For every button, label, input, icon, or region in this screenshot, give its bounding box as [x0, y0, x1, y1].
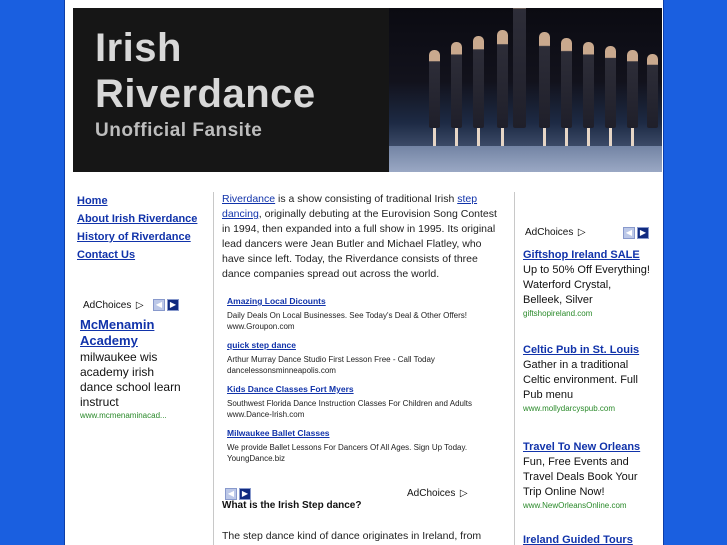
nav-home[interactable]: Home [77, 192, 210, 210]
link-unit-item: quick step dance Arthur Murray Dance Stu… [227, 340, 505, 376]
link-unit-item: Milwaukee Ballet Classes We provide Ball… [227, 428, 505, 464]
nav-about[interactable]: About Irish Riverdance [77, 210, 210, 228]
link-unit-item: Kids Dance Classes Fort Myers Southwest … [227, 384, 505, 420]
ad-nav-arrows: ◀ ▶ [621, 222, 649, 240]
section-paragraph: The step dance kind of dance originates … [222, 530, 482, 542]
left-ad-title[interactable]: McMenamin Academy [80, 317, 190, 349]
left-ad-url[interactable]: www.mcmenaminacad... [80, 411, 167, 420]
nav-history[interactable]: History of Riverdance [77, 228, 210, 246]
adchoices-icon: ▷ [135, 300, 144, 311]
page-container: Irish Riverdance Unofficial Fansite Home… [64, 0, 664, 545]
riverdance-link[interactable]: Riverdance [222, 193, 275, 205]
adchoices-icon: ▷ [577, 227, 586, 238]
logo-title-line1: Irish [95, 26, 182, 70]
link-unit-title[interactable]: Kids Dance Classes Fort Myers [227, 384, 505, 395]
column-divider [213, 192, 214, 545]
center-ad-bar: ◀ ▶ AdChoices ▷ [222, 482, 505, 500]
link-unit-title[interactable]: Milwaukee Ballet Classes [227, 428, 505, 439]
link-units: Amazing Local Dicounts Daily Deals On Lo… [222, 296, 505, 464]
adchoices-icon: ▷ [459, 488, 468, 499]
adchoices-label[interactable]: AdChoices ▷ [83, 295, 144, 313]
ad-next-arrow-icon[interactable]: ▶ [167, 299, 179, 311]
dancers-photo [389, 8, 662, 172]
site-logo[interactable]: Irish Riverdance Unofficial Fansite [73, 8, 389, 172]
link-unit-title[interactable]: quick step dance [227, 340, 505, 351]
logo-subtitle: Unofficial Fansite [95, 120, 263, 141]
link-unit-item: Amazing Local Dicounts Daily Deals On Lo… [227, 296, 505, 332]
left-ad-body: milwaukee wis academy irish dance school… [80, 350, 181, 409]
right-ad-title[interactable]: Celtic Pub in St. Louis [523, 343, 651, 358]
ad-nav-arrows: ◀ ▶ [151, 294, 179, 312]
intro-paragraph: Riverdance is a show consisting of tradi… [222, 193, 497, 280]
left-sidebar: Home About Irish Riverdance History of R… [65, 192, 210, 420]
column-divider [514, 192, 515, 545]
ad-prev-arrow-icon[interactable]: ◀ [153, 299, 165, 311]
ad-next-arrow-icon[interactable]: ▶ [637, 227, 649, 239]
logo-title-line2: Riverdance [95, 72, 316, 116]
ad-prev-arrow-icon[interactable]: ◀ [623, 227, 635, 239]
ad-next-arrow-icon[interactable]: ▶ [239, 488, 251, 500]
right-ad-title[interactable]: Ireland Guided Tours [523, 533, 651, 545]
adchoices-label[interactable]: AdChoices ▷ [407, 483, 468, 501]
section-heading: What is the Irish Step dance? [222, 500, 362, 511]
right-ad-item: Ireland Guided Tours [523, 533, 651, 545]
center-ad-arrows: ◀ ▶ [223, 483, 251, 501]
adchoices-label[interactable]: AdChoices ▷ [525, 222, 586, 240]
main-content: Riverdance is a show consisting of tradi… [222, 192, 505, 542]
right-ad-item: Travel To New Orleans Fun, Free Events a… [523, 440, 651, 511]
site-header: Irish Riverdance Unofficial Fansite [73, 8, 662, 172]
nav-contact[interactable]: Contact Us [77, 246, 210, 264]
right-ad-item: Giftshop Ireland SALE Up to 50% Off Ever… [523, 248, 651, 318]
link-unit-title[interactable]: Amazing Local Dicounts [227, 296, 505, 307]
right-ad-title[interactable]: Travel To New Orleans [523, 440, 651, 455]
ad-prev-arrow-icon[interactable]: ◀ [225, 488, 237, 500]
right-ad-item: Celtic Pub in St. Louis Gather in a trad… [523, 343, 651, 414]
right-ad-title[interactable]: Giftshop Ireland SALE [523, 248, 651, 263]
